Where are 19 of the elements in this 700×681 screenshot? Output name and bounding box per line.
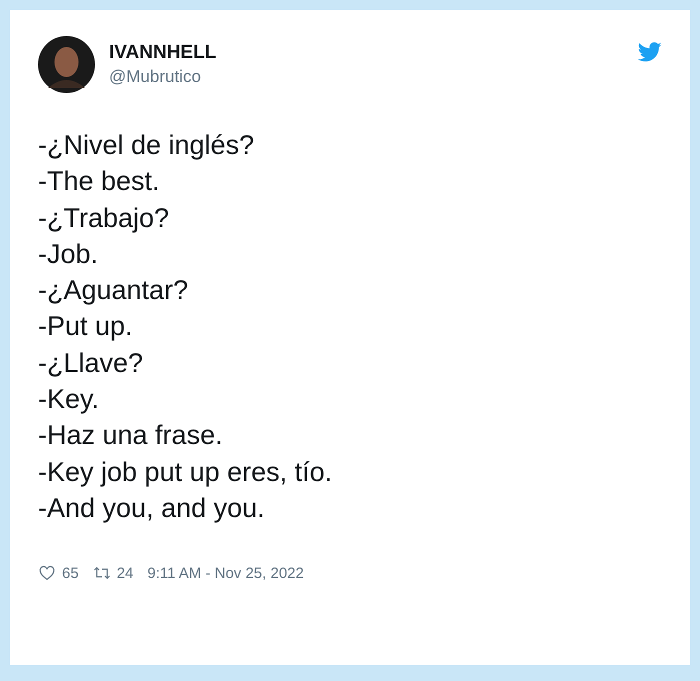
tweet-line: -¿Nivel de inglés?	[38, 129, 256, 162]
tweet-line: -¿Llave?	[38, 346, 144, 380]
tweet-line: -¿Aguantar?	[38, 274, 190, 308]
tweet-line: -Put up.	[38, 310, 134, 344]
tweet-line: -The best.	[38, 165, 161, 198]
like-count: 65	[62, 564, 79, 582]
tweet-line: -Key.	[38, 383, 100, 416]
tweet-line: -Key job put up eres, tío.	[38, 456, 334, 489]
heart-icon[interactable]	[38, 564, 56, 582]
author-handle[interactable]: @Mubrutico	[109, 67, 624, 87]
tweet-line: -Haz una frase.	[38, 419, 224, 452]
tweet-line: -And you, and you.	[38, 492, 266, 525]
author-name[interactable]: IVANNHELL	[109, 42, 624, 64]
bird-icon[interactable]	[638, 40, 662, 64]
retweet-count: 24	[116, 564, 134, 582]
timestamp[interactable]: 9:11 AM - Nov 25, 2022	[147, 564, 304, 582]
tweet-line: -¿Trabajo?	[38, 202, 170, 235]
avatar[interactable]	[38, 36, 95, 93]
tweet-line: -Job.	[38, 238, 100, 271]
